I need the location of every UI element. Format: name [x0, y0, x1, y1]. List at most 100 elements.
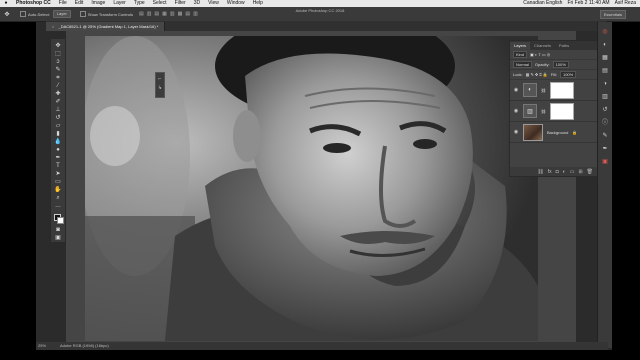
color-icon[interactable]: ◐	[601, 41, 609, 49]
brush-tool-icon[interactable]: ✐	[54, 99, 63, 106]
dodge-tool-icon[interactable]: ●	[54, 147, 63, 154]
letterbox-left	[0, 22, 36, 350]
align-left-icon[interactable]: ▤	[139, 11, 144, 17]
transform-controls-checkbox[interactable]	[79, 11, 86, 17]
align-buttons: ▤ ▥ ▤ ▦ ▥ ▦ ▤ ▥	[139, 11, 198, 17]
gradient-tool-icon[interactable]: ▮	[54, 131, 63, 138]
swatches-icon[interactable]: ▦	[601, 54, 609, 62]
healing-brush-tool-icon[interactable]: ✚	[54, 91, 63, 98]
lock-icons[interactable]: ▦ ✎ ✥ ⌗ 🔒	[526, 72, 548, 77]
color-swatches[interactable]	[53, 213, 64, 224]
tab-paths[interactable]: Paths	[555, 42, 573, 50]
menu-edit[interactable]: Edit	[71, 0, 88, 7]
visibility-eye-icon[interactable]: ◉	[513, 129, 519, 135]
menu-image[interactable]: Image	[87, 0, 109, 7]
path-selection-tool-icon[interactable]: ➤	[54, 171, 63, 178]
learn-icon[interactable]: ◎	[601, 28, 609, 36]
hand-tool-icon[interactable]: ✋	[54, 187, 63, 194]
layer-thumbnail	[523, 123, 543, 141]
close-tab-icon[interactable]: ×	[52, 24, 54, 29]
menu-app[interactable]: Photoshop CC	[12, 0, 55, 7]
menu-help[interactable]: Help	[249, 0, 267, 7]
crop-tool-icon[interactable]: ⌗	[54, 75, 63, 82]
clock[interactable]: Fri Feb 2 11:40 AM	[567, 0, 609, 7]
new-layer-icon[interactable]: ⊞	[578, 169, 582, 175]
user-name[interactable]: Asif Reza	[615, 0, 636, 7]
background-color-swatch[interactable]	[56, 217, 64, 224]
screen-mode-icon[interactable]: ▣	[54, 235, 63, 242]
floating-tool-widget[interactable]: ⌐ ↳	[155, 72, 165, 98]
clone-stamp-tool-icon[interactable]: ⊥	[54, 107, 63, 114]
layer-row[interactable]: ◉ ◐ ⛓	[510, 80, 597, 101]
input-source[interactable]: Canadian English	[523, 0, 562, 7]
visibility-eye-icon[interactable]: ◉	[513, 87, 519, 93]
new-group-icon[interactable]: ▭	[570, 169, 575, 175]
widget-icon[interactable]: ⌐	[159, 76, 162, 82]
more-tools-icon[interactable]: …	[54, 203, 63, 210]
menu-file[interactable]: File	[55, 0, 71, 7]
pen-tool-icon[interactable]: ✒	[54, 155, 63, 162]
blend-mode-dropdown[interactable]: Normal	[513, 61, 532, 68]
info-icon[interactable]: ⓘ	[601, 119, 609, 127]
layer-mask-thumbnail[interactable]	[550, 102, 575, 120]
quick-select-tool-icon[interactable]: ✎	[54, 67, 63, 74]
lasso-tool-icon[interactable]: ↄ	[54, 59, 63, 66]
auto-select-checkbox[interactable]	[20, 11, 26, 17]
move-tool-icon[interactable]: ✥	[0, 9, 14, 19]
shape-tool-icon[interactable]: ▭	[54, 179, 63, 186]
layer-mask-thumbnail[interactable]	[550, 81, 575, 99]
workspace-switcher[interactable]: Essentials	[599, 10, 626, 19]
libraries-icon[interactable]: ▤	[601, 67, 609, 75]
move-tool-icon[interactable]: ✥	[54, 43, 63, 50]
layer-row[interactable]: ◉ ▥ ⛓	[510, 101, 597, 122]
widget-icon[interactable]: ↳	[158, 85, 162, 91]
align-right-icon[interactable]: ▤	[154, 11, 159, 17]
layer-row[interactable]: ◉ Background 🔒	[510, 122, 597, 143]
marquee-tool-icon[interactable]: ⬚	[54, 51, 63, 58]
zoom-tool-icon[interactable]: ⌕	[54, 195, 63, 202]
menu-view[interactable]: View	[204, 0, 223, 7]
menu-type[interactable]: Type	[130, 0, 149, 7]
quick-mask-icon[interactable]: ◙	[54, 227, 63, 234]
fill-field[interactable]: 100%	[559, 71, 577, 78]
history-icon[interactable]: ↺	[601, 106, 609, 114]
document-tab[interactable]: × _DAC8521-1 @ 25% (Gradient Map 1, Laye…	[46, 22, 166, 31]
type-tool-icon[interactable]: T	[54, 163, 63, 170]
properties-icon[interactable]: ▥	[601, 93, 609, 101]
opacity-field[interactable]: 100%	[552, 61, 569, 68]
delete-layer-icon[interactable]: 🗑	[587, 169, 593, 175]
menu-window[interactable]: Window	[223, 0, 249, 7]
tab-channels[interactable]: Channels	[530, 42, 555, 50]
eraser-tool-icon[interactable]: ▱	[54, 123, 63, 130]
brushes-icon[interactable]: ✎	[601, 132, 609, 140]
menu-filter[interactable]: Filter	[171, 0, 190, 7]
distribute-icon[interactable]: ▥	[193, 11, 198, 17]
zoom-level[interactable]: 25%	[38, 342, 46, 350]
adjustments-icon[interactable]: ◑	[601, 80, 609, 88]
filter-icons[interactable]: ▣ ◐ T ▭ ◎	[530, 52, 550, 57]
document-info[interactable]: Adobe RGB (1998) (16bpc)	[60, 342, 109, 350]
align-middle-icon[interactable]: ▥	[170, 11, 175, 17]
layer-style-icon[interactable]: fx	[548, 169, 552, 175]
document-canvas[interactable]	[85, 36, 538, 341]
auto-select-dropdown[interactable]: Layer	[52, 10, 71, 18]
align-bottom-icon[interactable]: ▦	[178, 11, 183, 17]
add-mask-icon[interactable]: ◘	[556, 169, 559, 175]
tab-layers[interactable]: Layers	[510, 42, 531, 50]
visibility-eye-icon[interactable]: ◉	[513, 108, 519, 114]
kind-filter-dropdown[interactable]: Kind	[513, 51, 528, 58]
align-center-icon[interactable]: ▥	[147, 11, 152, 17]
apple-menu-icon[interactable]: ●	[0, 0, 12, 7]
distribute-icon[interactable]: ▤	[185, 11, 190, 17]
layers-icon[interactable]: ▣	[601, 158, 609, 166]
align-top-icon[interactable]: ▦	[162, 11, 167, 17]
blur-tool-icon[interactable]: 💧	[54, 139, 63, 146]
menu-3d[interactable]: 3D	[190, 0, 204, 7]
new-adjustment-icon[interactable]: ◐	[563, 169, 566, 175]
menu-select[interactable]: Select	[149, 0, 171, 7]
history-brush-tool-icon[interactable]: ↺	[54, 115, 63, 122]
eyedropper-tool-icon[interactable]: ⁄	[54, 83, 63, 90]
paths-icon[interactable]: ✒	[601, 145, 609, 153]
link-layers-icon[interactable]: ⛓	[537, 169, 543, 175]
menu-layer[interactable]: Layer	[109, 0, 130, 7]
